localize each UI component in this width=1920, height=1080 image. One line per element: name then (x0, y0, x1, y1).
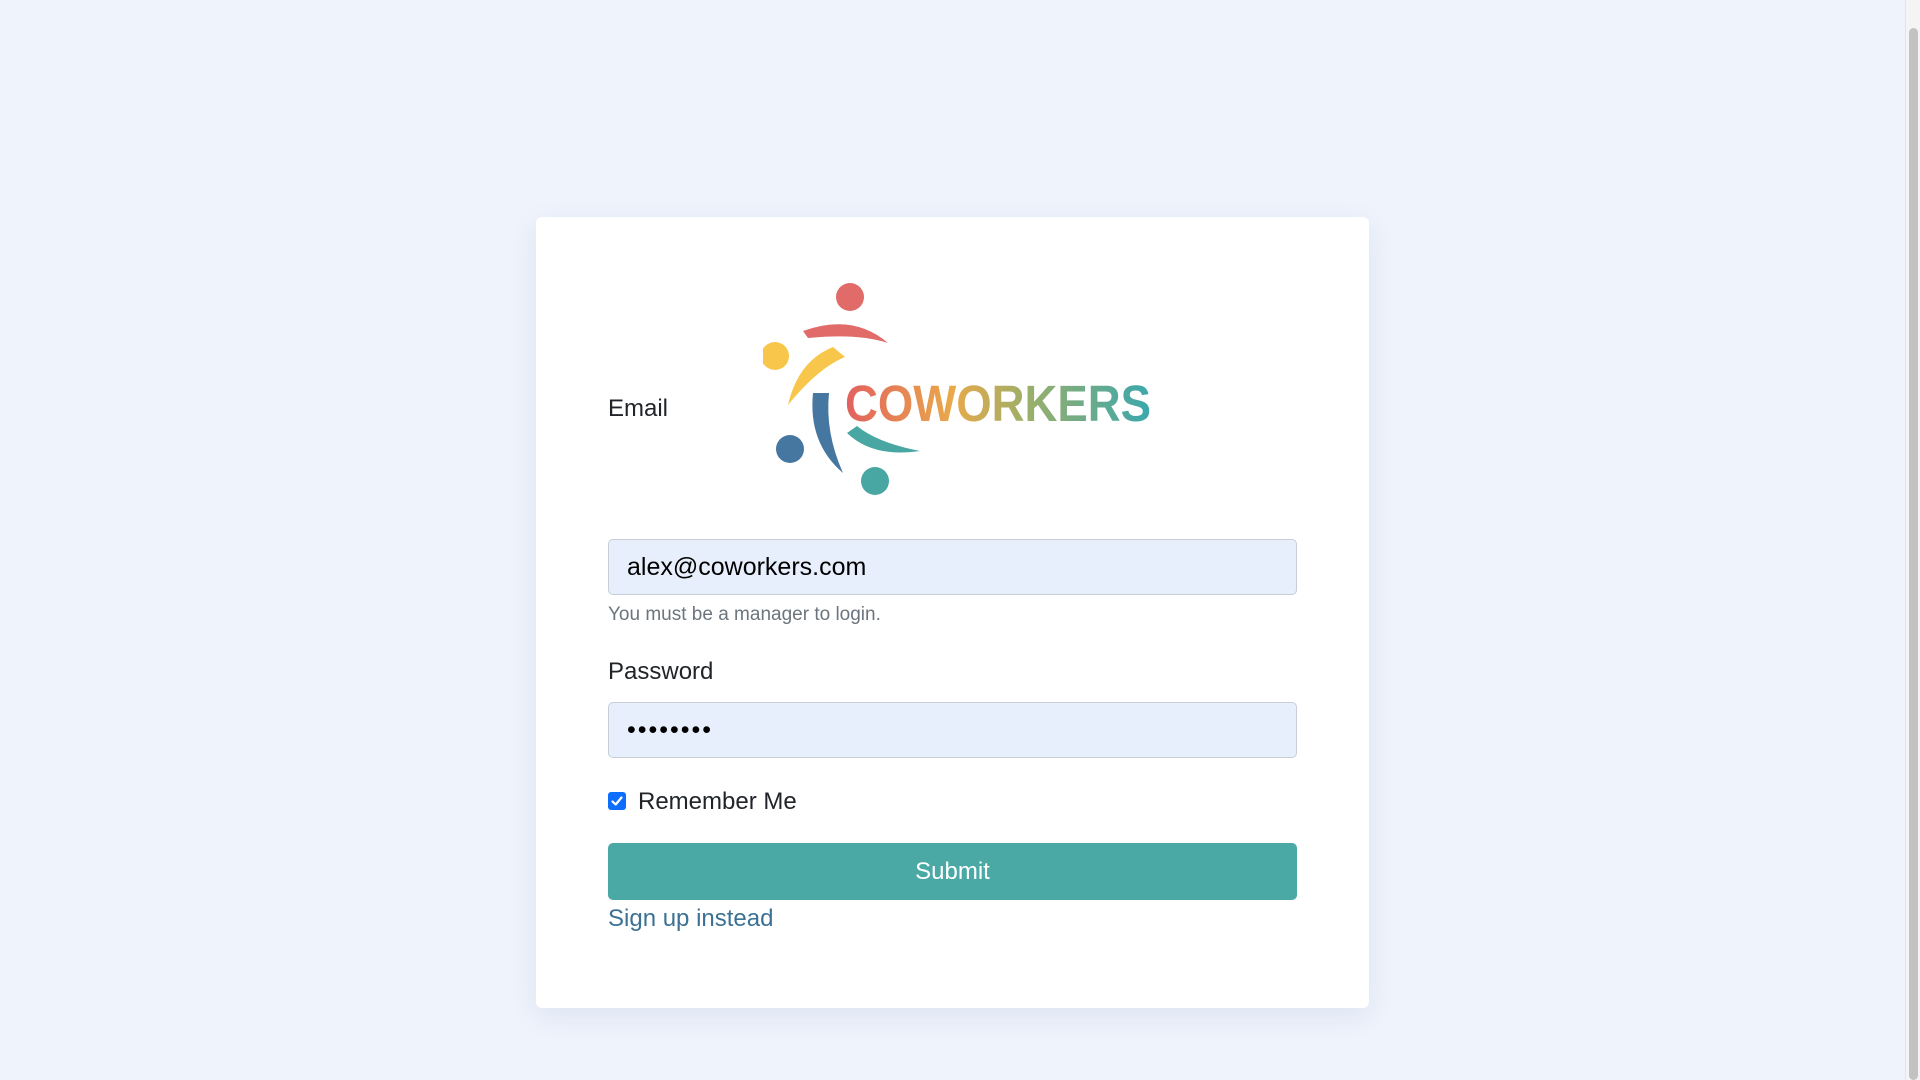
email-field[interactable] (608, 539, 1297, 595)
checkmark-icon (611, 796, 623, 806)
logo-yellow-head (763, 342, 789, 370)
password-label: Password (608, 658, 714, 685)
logo-wordmark: COWORKERS (845, 375, 1151, 432)
logo-red-arm (803, 324, 888, 343)
email-help-text: You must be a manager to login. (608, 604, 881, 625)
remember-me-label[interactable]: Remember Me (638, 788, 797, 816)
login-card: COWORKERS Email You must be a manager to… (536, 217, 1369, 1008)
sign-up-link[interactable]: Sign up instead (608, 905, 773, 933)
remember-me-checkbox[interactable] (608, 792, 626, 810)
coworkers-logo: COWORKERS (763, 283, 1151, 495)
logo-blue-arm (812, 393, 843, 473)
password-field[interactable] (608, 702, 1297, 758)
vertical-scrollbar[interactable] (1905, 0, 1920, 1080)
logo-blue-head (776, 435, 804, 463)
scrollbar-thumb[interactable] (1909, 28, 1918, 1080)
logo-red-head (836, 283, 864, 311)
submit-button[interactable]: Submit (608, 843, 1297, 900)
email-label: Email (608, 395, 669, 422)
logo-teal-head (861, 467, 889, 495)
login-page: COWORKERS Email You must be a manager to… (0, 0, 1920, 1080)
